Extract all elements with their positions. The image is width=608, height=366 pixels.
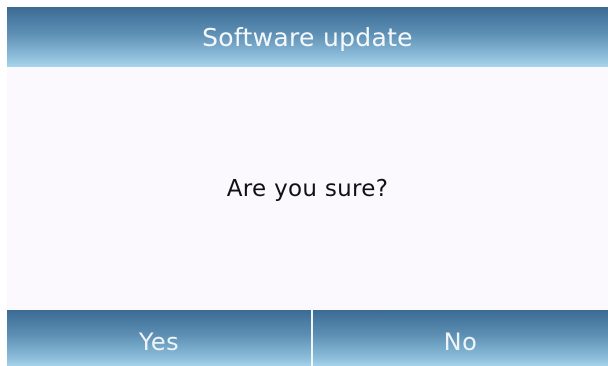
button-bar: Yes No bbox=[7, 310, 608, 366]
dialog-screen: Software update Are you sure? Yes No bbox=[7, 7, 608, 366]
no-button[interactable]: No bbox=[313, 310, 608, 366]
title-bar: Software update bbox=[7, 7, 608, 67]
confirmation-message: Are you sure? bbox=[226, 175, 389, 202]
message-area: Are you sure? bbox=[7, 67, 608, 310]
no-button-label: No bbox=[443, 328, 478, 356]
yes-button-label: Yes bbox=[138, 328, 180, 356]
dialog-title: Software update bbox=[202, 22, 413, 52]
yes-button[interactable]: Yes bbox=[7, 310, 311, 366]
